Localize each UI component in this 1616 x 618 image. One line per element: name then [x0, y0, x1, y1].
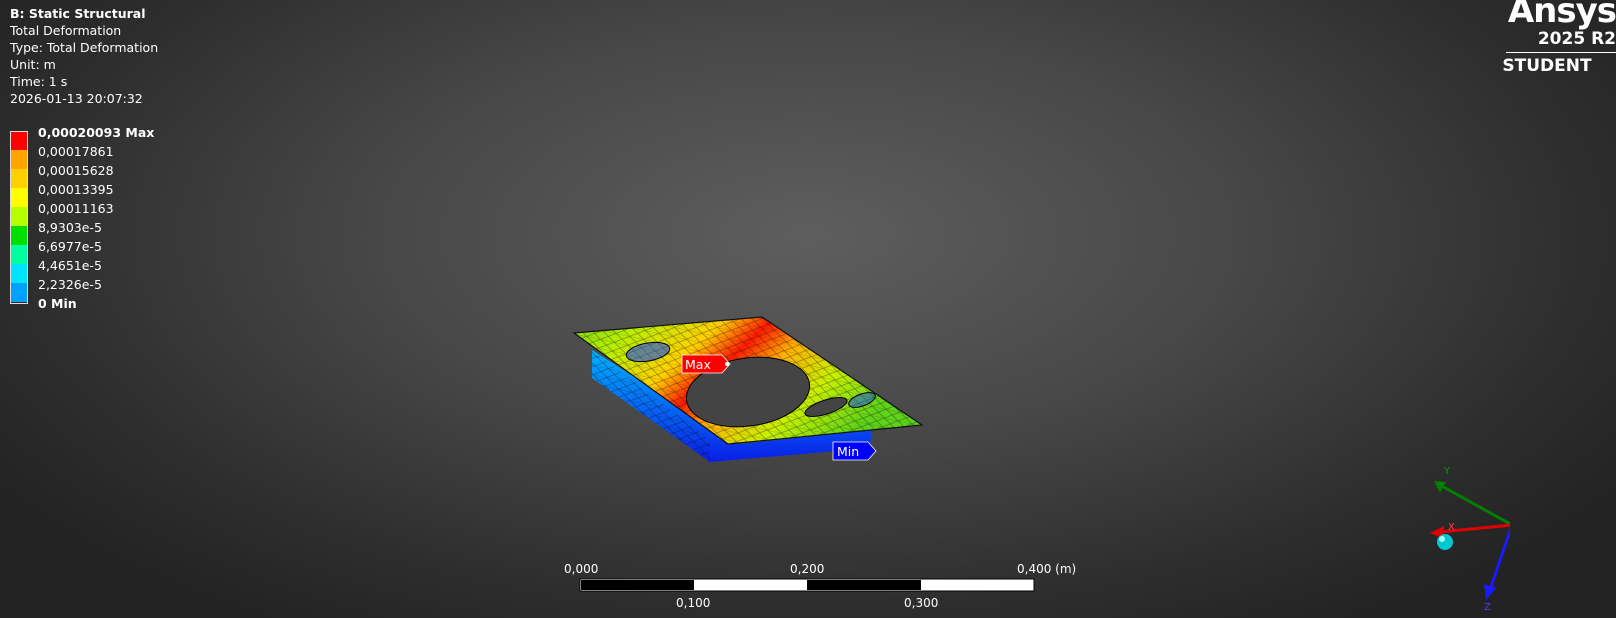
scale-label-400: 0,400 (m)	[1017, 562, 1076, 576]
z-axis-arrow	[1484, 584, 1496, 600]
min-probe-text: Min	[837, 444, 859, 459]
scale-label-200: 0,200	[790, 562, 824, 576]
axis-triad[interactable]: Y X Z	[1420, 460, 1510, 610]
y-axis-line	[1439, 483, 1510, 526]
max-probe-text: Max	[685, 357, 711, 372]
scale-bar-segment-1	[581, 580, 694, 590]
z-axis-line	[1488, 526, 1510, 591]
z-axis-label: Z	[1484, 602, 1491, 610]
x-axis-label: X	[1448, 522, 1455, 533]
deformation-model-view[interactable]: Max Min 0,000 0,200 0,400 (m) 0,100 0,30…	[0, 0, 1616, 618]
scale-label-100: 0,100	[676, 596, 710, 610]
isometric-view-ball-highlight	[1439, 536, 1445, 542]
isometric-view-ball[interactable]	[1437, 534, 1453, 550]
scale-bar: 0,000 0,200 0,400 (m) 0,100 0,300	[564, 562, 1076, 610]
scale-bar-segment-3	[807, 580, 921, 590]
scale-label-300: 0,300	[904, 596, 938, 610]
max-probe-point	[725, 362, 729, 366]
y-axis-label: Y	[1443, 466, 1451, 477]
scale-label-0: 0,000	[564, 562, 598, 576]
